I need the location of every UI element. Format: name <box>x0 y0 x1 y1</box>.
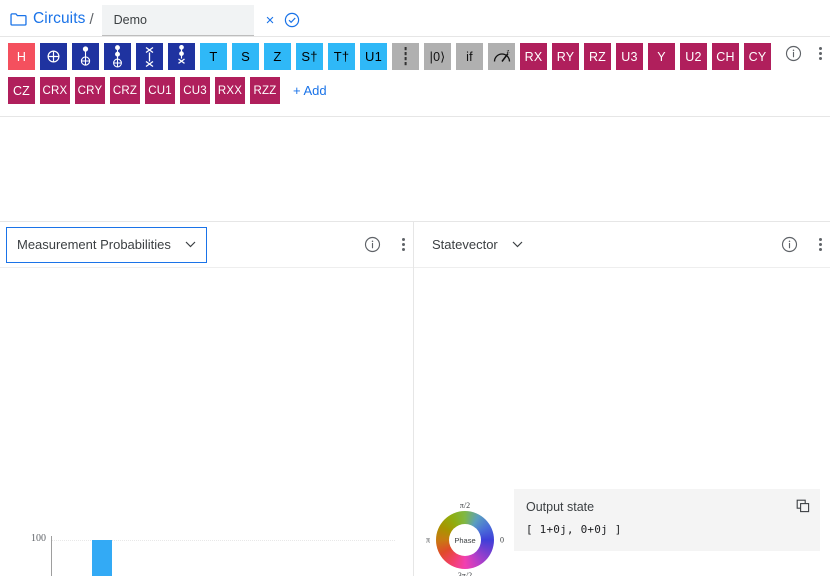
gate-reset[interactable]: |0⟩ <box>424 43 451 70</box>
gate-ch[interactable]: CH <box>712 43 739 70</box>
info-icon[interactable] <box>781 236 798 253</box>
swap-gate-icon <box>145 46 154 67</box>
visualization-select-label: Statevector <box>432 237 498 252</box>
more-vertical-icon[interactable] <box>818 238 822 251</box>
gate-row-2: CZ CRX CRY CRZ CU1 CU3 RXX RZZ + Add <box>8 76 822 105</box>
breadcrumb: Circuits <box>10 10 85 36</box>
tab-actions: × <box>254 12 301 36</box>
statevector-panel-tools <box>781 236 822 253</box>
gate-cy[interactable]: CY <box>744 43 771 70</box>
breadcrumb-separator: / <box>89 11 94 28</box>
gate-rxx[interactable]: RXX <box>215 77 245 104</box>
gate-ry[interactable]: RY <box>552 43 579 70</box>
gate-s[interactable]: S <box>232 43 259 70</box>
output-state-box: Output state [ 1+0j, 0+0j ] <box>514 489 820 551</box>
close-icon[interactable]: × <box>266 13 275 28</box>
phase-label-top: π/2 <box>459 501 471 510</box>
gate-tdg[interactable]: T† <box>328 43 355 70</box>
measurement-panel-tools <box>364 236 405 253</box>
statevector-panel: Statevector 1 0.8 0.6 0.4 0.2 0 <box>414 222 830 576</box>
breadcrumb-root-link[interactable]: Circuits <box>33 10 85 28</box>
gate-crx[interactable]: CRX <box>40 77 70 104</box>
gate-crz[interactable]: CRZ <box>110 77 140 104</box>
visualization-select-measurement[interactable]: Measurement Probabilities <box>6 226 207 263</box>
gate-cu3[interactable]: CU3 <box>180 77 210 104</box>
gate-if[interactable]: if <box>456 43 483 70</box>
gate-palette: H T S Z S† T† U1 |0⟩ if z RX RY RZ U3 Y … <box>0 37 830 117</box>
y-tick-label: 100 <box>31 533 46 544</box>
gate-h[interactable]: H <box>8 43 35 70</box>
phase-label-left: π <box>426 535 431 545</box>
phase-wheel-center-label: Phase <box>449 524 481 556</box>
measure-z-icon: z <box>493 48 510 62</box>
circuit-name-field[interactable]: Demo <box>101 5 254 36</box>
chevron-down-icon <box>512 241 523 248</box>
cswap-gate-icon <box>178 44 185 64</box>
gate-swap[interactable] <box>136 43 163 70</box>
phase-and-output-area: Phase π/2 π 0 3π/2 Output state [ 1+0j, … <box>426 489 820 576</box>
gate-rx[interactable]: RX <box>520 43 547 70</box>
gate-cry[interactable]: CRY <box>75 77 105 104</box>
gate-z[interactable]: Z <box>264 43 291 70</box>
gate-u2[interactable]: U2 <box>680 43 707 70</box>
gate-cz[interactable]: CZ <box>8 77 35 104</box>
toffoli-gate-icon <box>113 44 122 67</box>
more-vertical-icon[interactable] <box>818 47 822 60</box>
phase-label-bottom: 3π/2 <box>457 571 473 576</box>
phase-label-right: 0 <box>500 535 504 545</box>
svg-text:z: z <box>506 48 509 55</box>
measurement-panel-header: Measurement Probabilities <box>0 222 413 268</box>
gate-cu1[interactable]: CU1 <box>145 77 175 104</box>
circuit-name-value: Demo <box>113 13 147 27</box>
phase-wheel: Phase π/2 π 0 3π/2 <box>426 501 504 576</box>
check-circle-icon[interactable] <box>284 12 300 28</box>
measurement-probabilities-panel: Measurement Probabilities 100 80 60 40 2… <box>0 222 414 576</box>
palette-tools <box>785 45 822 62</box>
visualization-select-label: Measurement Probabilities <box>17 237 171 252</box>
gate-x[interactable] <box>40 43 67 70</box>
breadcrumb-bar: Circuits / Demo × <box>0 0 830 37</box>
gate-u3[interactable]: U3 <box>616 43 643 70</box>
x-gate-icon <box>47 50 60 63</box>
visualization-select-statevector[interactable]: Statevector <box>420 226 533 263</box>
gate-rzz[interactable]: RZZ <box>250 77 280 104</box>
bar-state-0[interactable] <box>92 540 112 576</box>
folder-icon <box>10 12 27 26</box>
gate-rz[interactable]: RZ <box>584 43 611 70</box>
info-icon[interactable] <box>364 236 381 253</box>
info-icon[interactable] <box>785 45 802 62</box>
gate-row-1: H T S Z S† T† U1 |0⟩ if z RX RY RZ U3 Y … <box>8 42 822 71</box>
gate-toffoli[interactable] <box>104 43 131 70</box>
add-gate-button[interactable]: + Add <box>293 83 327 98</box>
copy-icon[interactable] <box>796 499 810 513</box>
statevector-panel-header: Statevector <box>414 222 830 268</box>
gate-t[interactable]: T <box>200 43 227 70</box>
gate-cnot[interactable] <box>72 43 99 70</box>
output-state-value: [ 1+0j, 0+0j ] <box>526 523 622 536</box>
y-axis-line <box>51 536 52 576</box>
gate-barrier[interactable] <box>392 43 419 70</box>
barrier-icon <box>404 47 407 66</box>
more-vertical-icon[interactable] <box>401 238 405 251</box>
gate-u1[interactable]: U1 <box>360 43 387 70</box>
chevron-down-icon <box>185 241 196 248</box>
gate-sdg[interactable]: S† <box>296 43 323 70</box>
gate-y[interactable]: Y <box>648 43 675 70</box>
gate-cswap[interactable] <box>168 43 195 70</box>
circuit-canvas[interactable]: q0 + c1 <box>0 117 830 301</box>
cnot-gate-icon <box>80 45 91 66</box>
gate-measure[interactable]: z <box>488 43 515 70</box>
results-panels: Measurement Probabilities 100 80 60 40 2… <box>0 222 830 576</box>
output-state-title: Output state <box>526 500 595 514</box>
